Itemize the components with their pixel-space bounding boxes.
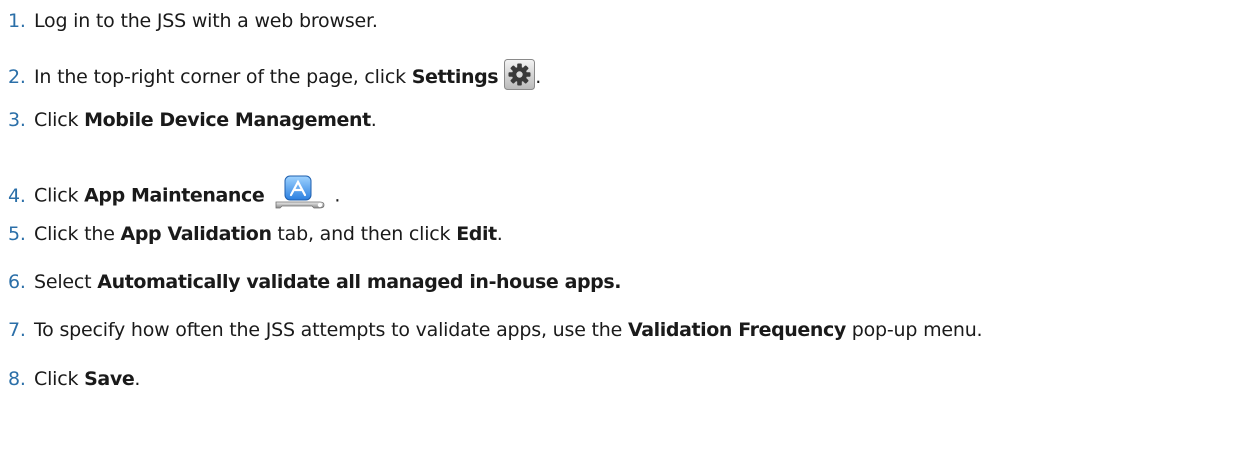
validation-frequency-label: Validation Frequency: [627, 319, 846, 341]
edit-label: Edit: [456, 223, 497, 245]
step-text: Click: [34, 368, 85, 390]
step-text: .: [370, 109, 377, 131]
step-1: 1. Log in to the JSS with a web browser.: [8, 9, 378, 33]
step-6: 6. Select Automatically validate all mana…: [8, 270, 622, 294]
step-number: 4.: [8, 184, 26, 207]
step-text: Log in to the JSS with a web browser.: [34, 10, 378, 32]
step-5: 5. Click the App Validation tab, and then…: [8, 222, 503, 246]
step-text: Click: [34, 184, 85, 207]
step-number: 1.: [8, 10, 26, 32]
app-maintenance-label: App Maintenance: [84, 184, 265, 207]
gear-icon: [504, 59, 536, 96]
step-text: In the top-right corner of the page, cli…: [34, 66, 412, 88]
step-number: 5.: [8, 223, 26, 245]
step-3: 3. Click Mobile Device Management.: [8, 108, 377, 132]
settings-label: Settings: [411, 66, 499, 88]
step-7: 7. To specify how often the JSS attempts …: [8, 318, 983, 342]
step-text: .: [134, 368, 141, 390]
step-2: 2. In the top-right corner of the page, c…: [8, 59, 541, 96]
step-text: Click: [34, 109, 85, 131]
app-store-wrench-icon: [274, 175, 326, 217]
step-text: .: [334, 184, 341, 207]
mobile-device-management-label: Mobile Device Management: [84, 109, 371, 131]
step-text: tab, and then click: [271, 223, 457, 245]
save-label: Save: [84, 368, 135, 390]
step-text: .: [496, 223, 503, 245]
step-number: 7.: [8, 319, 26, 341]
step-8: 8. Click Save.: [8, 367, 140, 391]
step-text: pop-up menu.: [845, 319, 983, 341]
step-text: Click the: [34, 223, 121, 245]
instruction-steps: 1. Log in to the JSS with a web browser. …: [0, 0, 1260, 451]
step-number: 8.: [8, 368, 26, 390]
app-validation-label: App Validation: [120, 223, 272, 245]
step-number: 2.: [8, 66, 26, 88]
step-number: 3.: [8, 109, 26, 131]
step-text: .: [535, 66, 542, 88]
step-number: 6.: [8, 271, 26, 293]
auto-validate-option-label: Automatically validate all managed in-ho…: [97, 271, 622, 293]
step-text: To specify how often the JSS attempts to…: [34, 319, 628, 341]
step-4: 4. Click App Maintenance .: [8, 175, 340, 217]
step-text: Select: [34, 271, 98, 293]
